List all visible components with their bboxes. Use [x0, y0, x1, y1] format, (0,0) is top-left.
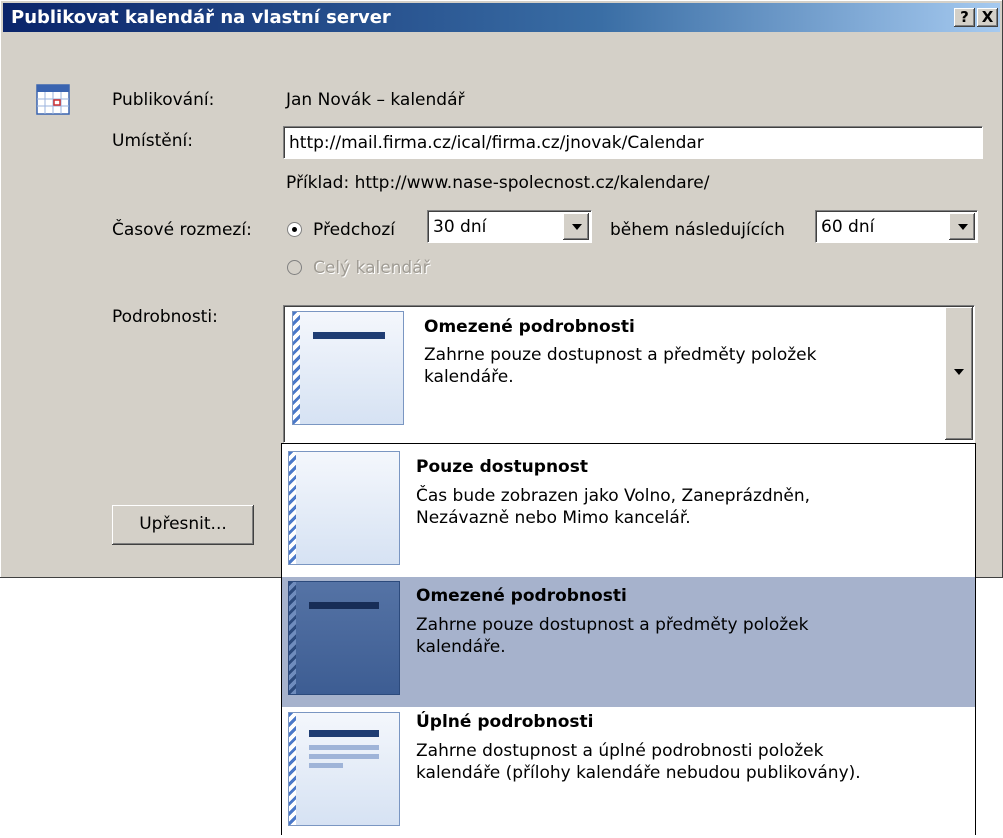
availability-thumbnail: [288, 451, 400, 565]
thumbnail-stripe: [289, 452, 296, 564]
thumbnail-line: [309, 763, 343, 768]
option-desc-1: Zahrne dostupnost a úplné podrobnosti po…: [416, 741, 824, 761]
next-label: během následujících: [610, 220, 785, 240]
publishing-label: Publikování:: [112, 90, 215, 110]
whole-calendar-label: Celý kalendář: [313, 258, 430, 278]
help-button[interactable]: ?: [954, 8, 975, 27]
whole-calendar-radio[interactable]: [287, 260, 302, 275]
next-days-value: 60 dní: [821, 217, 875, 237]
chevron-down-icon[interactable]: [949, 213, 975, 240]
time-range-label: Časové rozmezí:: [112, 220, 252, 240]
window-title: Publikovat kalendář na vlastní server: [11, 7, 391, 28]
details-dropdown-button[interactable]: [945, 307, 973, 440]
calendar-icon: [36, 84, 70, 115]
example-text: Příklad: http://www.nase-spolecnost.cz/k…: [286, 173, 710, 193]
thumbnail-bar: [309, 602, 379, 609]
previous-label: Předchozí: [313, 220, 395, 240]
option-title: Omezené podrobnosti: [416, 586, 627, 606]
title-bar: Publikovat kalendář na vlastní server ? …: [3, 3, 1000, 32]
close-button[interactable]: X: [977, 8, 998, 27]
details-dropdown-list: Pouze dostupnost Čas bude zobrazen jako …: [281, 443, 976, 835]
full-details-thumbnail: [288, 712, 400, 826]
details-select[interactable]: Omezené podrobnosti Zahrne pouze dostupn…: [283, 305, 975, 443]
option-desc-1: Zahrne pouze dostupnost a předměty polož…: [416, 615, 809, 635]
details-selected-desc-1: Zahrne pouze dostupnost a předměty polož…: [424, 345, 817, 365]
advanced-button[interactable]: Upřesnit...: [112, 505, 254, 545]
previous-radio[interactable]: [287, 222, 302, 237]
thumbnail-stripe: [293, 312, 300, 424]
option-availability-only[interactable]: Pouze dostupnost Čas bude zobrazen jako …: [282, 444, 975, 574]
option-full-details[interactable]: Úplné podrobnosti Zahrne dostupnost a úp…: [282, 708, 975, 838]
thumbnail-stripe: [289, 582, 296, 694]
option-limited-details[interactable]: Omezené podrobnosti Zahrne pouze dostupn…: [282, 577, 975, 707]
chevron-down-icon[interactable]: [563, 213, 589, 240]
thumbnail-bar: [313, 332, 385, 339]
limited-details-thumbnail: [292, 311, 404, 425]
option-title: Úplné podrobnosti: [416, 712, 594, 732]
option-desc-2: Nezávazně nebo Mimo kancelář.: [416, 508, 691, 528]
location-label: Umístění:: [112, 131, 193, 151]
thumbnail-stripe: [289, 713, 296, 825]
thumbnail-line: [309, 745, 379, 750]
limited-thumbnail: [288, 581, 400, 695]
option-title: Pouze dostupnost: [416, 457, 588, 477]
option-desc-2: kalendáře (přílohy kalendáře nebudou pub…: [416, 763, 861, 783]
previous-days-value: 30 dní: [433, 217, 487, 237]
location-input[interactable]: http://mail.firma.cz/ical/firma.cz/jnova…: [283, 126, 983, 159]
next-days-select[interactable]: 60 dní: [815, 210, 978, 243]
details-selected-title: Omezené podrobnosti: [424, 317, 635, 337]
thumbnail-bar: [309, 730, 379, 737]
details-label: Podrobnosti:: [112, 307, 218, 327]
previous-days-select[interactable]: 30 dní: [427, 210, 592, 243]
thumbnail-line: [309, 754, 379, 759]
details-selected-desc-2: kalendáře.: [424, 367, 514, 387]
option-desc-2: kalendáře.: [416, 637, 506, 657]
option-desc-1: Čas bude zobrazen jako Volno, Zaneprázdn…: [416, 486, 811, 506]
publishing-value: Jan Novák – kalendář: [286, 90, 465, 110]
